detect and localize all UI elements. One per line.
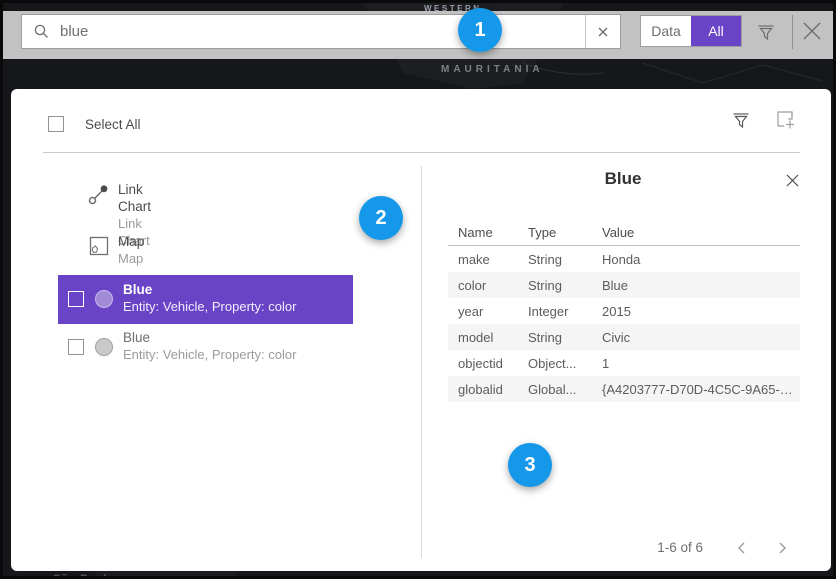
attribute-row-globalid: globalid Global... {A4203777-D70D-4C5C-9… [448, 376, 800, 402]
result-subtitle: Entity: Vehicle, Property: color [123, 298, 296, 315]
search-box [21, 14, 621, 49]
attr-type: String [528, 278, 602, 293]
select-all-checkbox[interactable] [48, 116, 64, 132]
entity-circle-icon [95, 338, 113, 356]
filter-icon [756, 22, 776, 42]
search-results-panel: Select All Lin [11, 89, 831, 571]
attr-type: Object... [528, 356, 602, 371]
scope-data-button[interactable]: Data [641, 16, 691, 46]
attr-name: globalid [458, 382, 528, 397]
select-all-control[interactable]: Select All [48, 116, 141, 132]
attr-value: Blue [602, 278, 800, 293]
attr-name: color [458, 278, 528, 293]
attribute-row-make: make String Honda [448, 246, 800, 272]
attr-value: Civic [602, 330, 800, 345]
select-all-label: Select All [85, 117, 141, 132]
callout-badge-1: 1 [458, 8, 502, 52]
attr-value: 1 [602, 356, 800, 371]
clear-search-button[interactable] [585, 15, 620, 48]
result-item-blue[interactable]: Blue Entity: Vehicle, Property: color [58, 329, 353, 375]
search-icon [22, 23, 50, 40]
entity-circle-icon [95, 290, 113, 308]
header-divider [43, 152, 800, 153]
result-item-blue-selected[interactable]: Blue Entity: Vehicle, Property: color [58, 275, 353, 324]
attr-value: Honda [602, 252, 800, 267]
pagination-label: 1-6 of 6 [591, 540, 703, 555]
filter-icon [731, 110, 751, 130]
map-label-sao-paulo: São Paulo [53, 573, 115, 579]
attr-type: String [528, 252, 602, 267]
toolbar-divider [792, 15, 793, 49]
scope-all-button[interactable]: All [691, 16, 741, 46]
map-label-mauritania: MAURITANIA [441, 64, 544, 75]
column-header-name: Name [458, 225, 528, 240]
result-title: Blue [123, 281, 152, 298]
chevron-left-icon [736, 541, 748, 555]
result-title: Blue [123, 329, 150, 346]
close-icon [785, 173, 800, 188]
attribute-rows: make String Honda color String Blue year… [448, 246, 800, 402]
map-icon [89, 236, 109, 256]
result-subtitle: Entity: Vehicle, Property: color [123, 346, 296, 363]
scope-toggle: Data All [640, 15, 742, 47]
callout-badge-3: 3 [508, 443, 552, 487]
attribute-table-header: Name Type Value [448, 220, 800, 245]
list-detail-divider [421, 166, 422, 558]
attribute-table: Name Type Value make String Honda color … [448, 220, 800, 402]
search-input[interactable] [50, 23, 585, 40]
toolbar-close-button[interactable] [799, 18, 825, 44]
add-icon [775, 109, 797, 131]
search-toolbar: Data All [3, 11, 836, 59]
column-header-type: Type [528, 225, 602, 240]
add-to-selection-button[interactable] [771, 106, 801, 134]
attr-name: make [458, 252, 528, 267]
attr-value: 2015 [602, 304, 800, 319]
pagination-prev-button[interactable] [730, 536, 754, 560]
attr-type: String [528, 330, 602, 345]
detail-title: Blue [448, 169, 798, 189]
detail-close-button[interactable] [781, 169, 803, 191]
toolbar-filter-button[interactable] [753, 19, 779, 45]
attr-name: objectid [458, 356, 528, 371]
pagination-next-button[interactable] [770, 536, 794, 560]
result-title: Map [118, 233, 144, 250]
attr-type: Integer [528, 304, 602, 319]
attr-name: model [458, 330, 528, 345]
attr-value: {A4203777-D70D-4C5C-9A65-C... [602, 382, 800, 397]
result-checkbox[interactable] [68, 291, 84, 307]
results-filter-button[interactable] [727, 106, 755, 134]
chevron-right-icon [776, 541, 788, 555]
clear-x-icon [597, 26, 609, 38]
callout-badge-2: 2 [359, 196, 403, 240]
attribute-row-year: year Integer 2015 [448, 298, 800, 324]
result-checkbox[interactable] [68, 339, 84, 355]
app-window: WESTERN MAURITANIA São Paulo Data All [0, 0, 836, 579]
attribute-row-color: color String Blue [448, 272, 800, 298]
attribute-row-objectid: objectid Object... 1 [448, 350, 800, 376]
column-header-value: Value [602, 225, 800, 240]
link-chart-icon [88, 183, 110, 205]
attr-name: year [458, 304, 528, 319]
close-icon [801, 20, 823, 42]
result-title: Link Chart [118, 181, 151, 215]
attr-type: Global... [528, 382, 602, 397]
result-subtitle: Map [118, 250, 144, 267]
attribute-row-model: model String Civic [448, 324, 800, 350]
